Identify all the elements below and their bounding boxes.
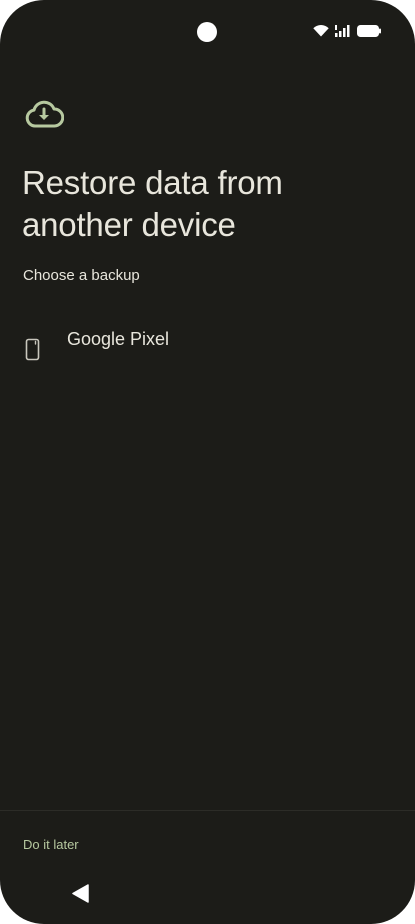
backup-item-label: Google Pixel <box>67 329 170 349</box>
battery-icon <box>357 25 381 37</box>
screen: Restore data from another device Choose … <box>0 0 415 924</box>
back-triangle-icon[interactable] <box>70 882 94 906</box>
status-icons <box>313 22 381 40</box>
status-bar <box>0 0 415 60</box>
cloud-download-icon <box>24 98 65 130</box>
page-title: Restore data from another device <box>22 164 283 243</box>
do-it-later-button[interactable]: Do it later <box>12 830 90 860</box>
signal-icon <box>335 25 351 37</box>
wifi-icon <box>313 25 329 37</box>
backup-section-label: Choose a backup <box>23 267 140 284</box>
phone-icon <box>25 338 41 362</box>
footer-divider <box>0 810 415 811</box>
backup-item-google-pixel[interactable]: Google Pixel <box>0 318 415 378</box>
front-camera <box>197 22 217 42</box>
